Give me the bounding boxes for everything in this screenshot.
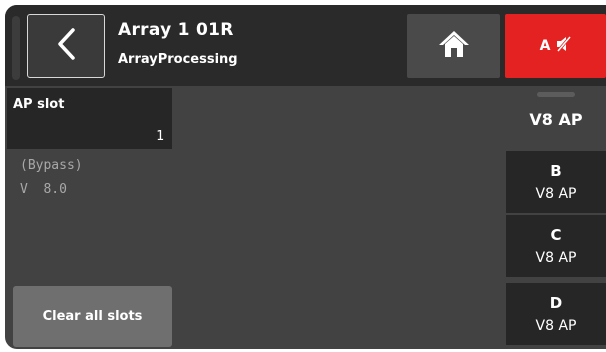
sidebar-item-b[interactable]: B V8 AP: [506, 151, 606, 213]
speaker-muted-icon: [555, 36, 572, 56]
bypass-status: (Bypass): [20, 158, 83, 173]
sidebar-item-letter: D: [549, 294, 563, 312]
chevron-left-icon: [54, 26, 78, 66]
page-title: Array 1 01R: [118, 20, 234, 40]
device-screen: Array 1 01R ArrayProcessing A AP slot 1 …: [5, 5, 606, 349]
back-button[interactable]: [27, 14, 105, 78]
version-text: V 8.0: [20, 182, 67, 197]
sidebar-item-label: V8 AP: [535, 318, 577, 334]
page-subtitle: ArrayProcessing: [118, 52, 238, 67]
sidebar-item-label: V8 AP: [535, 186, 577, 202]
clear-all-slots-button[interactable]: Clear all slots: [13, 286, 172, 347]
mute-button[interactable]: A: [505, 14, 606, 78]
ap-slot-field[interactable]: AP slot 1: [7, 88, 172, 149]
mute-label: A: [539, 38, 551, 54]
sidebar-item-letter: B: [550, 162, 562, 180]
ap-slot-value: 1: [156, 129, 164, 144]
sidebar-item-active[interactable]: V8 AP: [506, 88, 606, 150]
ap-slot-label: AP slot: [13, 97, 65, 112]
sidebar-item-d[interactable]: D V8 AP: [506, 283, 606, 345]
sidebar-item-letter: C: [550, 226, 562, 244]
header-bar: Array 1 01R ArrayProcessing A: [5, 5, 606, 86]
edge-indicator: [12, 16, 20, 80]
home-icon: [437, 29, 471, 63]
sidebar-item-active-label: V8 AP: [529, 110, 583, 129]
sidebar-item-label: V8 AP: [535, 250, 577, 266]
scroll-indicator: [537, 92, 575, 97]
home-button[interactable]: [407, 14, 500, 78]
sidebar-item-c[interactable]: C V8 AP: [506, 215, 606, 277]
